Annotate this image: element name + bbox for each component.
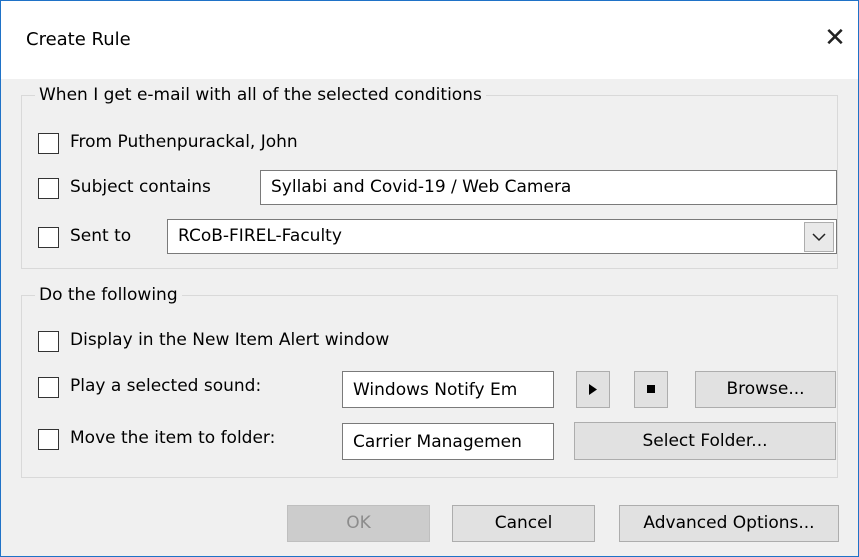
select-folder-button[interactable]: Select Folder... (574, 422, 836, 460)
dialog-title: Create Rule (26, 29, 131, 50)
ok-button[interactable]: OK (287, 505, 430, 542)
play-icon (589, 384, 597, 395)
stop-sound-button[interactable] (634, 371, 668, 408)
from-checkbox[interactable] (38, 133, 59, 154)
subject-checkbox[interactable] (38, 178, 59, 199)
from-label: From Puthenpurackal, John (70, 132, 298, 152)
actions-legend: Do the following (35, 285, 182, 305)
stop-icon (647, 385, 655, 393)
title-bar: Create Rule ✕ (1, 1, 858, 79)
create-rule-dialog: Create Rule ✕ When I get e-mail with all… (0, 0, 859, 557)
conditions-legend: When I get e-mail with all of the select… (35, 85, 486, 105)
move-label: Move the item to folder: (70, 428, 276, 448)
move-checkbox[interactable] (38, 429, 59, 450)
sound-checkbox[interactable] (38, 377, 59, 398)
advanced-options-button[interactable]: Advanced Options... (619, 505, 839, 542)
browse-button[interactable]: Browse... (695, 371, 836, 408)
folder-input[interactable]: Carrier Managemen (342, 423, 554, 460)
subject-label: Subject contains (70, 177, 211, 197)
sent-to-checkbox[interactable] (38, 227, 59, 248)
sent-to-dropdown-button[interactable] (804, 222, 834, 252)
alert-checkbox[interactable] (38, 331, 59, 352)
sound-label: Play a selected sound: (70, 376, 262, 396)
sound-input[interactable]: Windows Notify Em (342, 371, 554, 408)
subject-input[interactable]: Syllabi and Covid-19 / Web Camera (260, 170, 837, 205)
close-icon[interactable]: ✕ (820, 23, 850, 53)
sent-to-label: Sent to (70, 226, 132, 246)
cancel-button[interactable]: Cancel (452, 505, 595, 542)
sent-to-select[interactable]: RCoB-FIREL-Faculty (167, 219, 837, 254)
play-sound-button[interactable] (576, 371, 610, 408)
alert-label: Display in the New Item Alert window (70, 330, 390, 350)
chevron-down-icon (812, 233, 826, 242)
